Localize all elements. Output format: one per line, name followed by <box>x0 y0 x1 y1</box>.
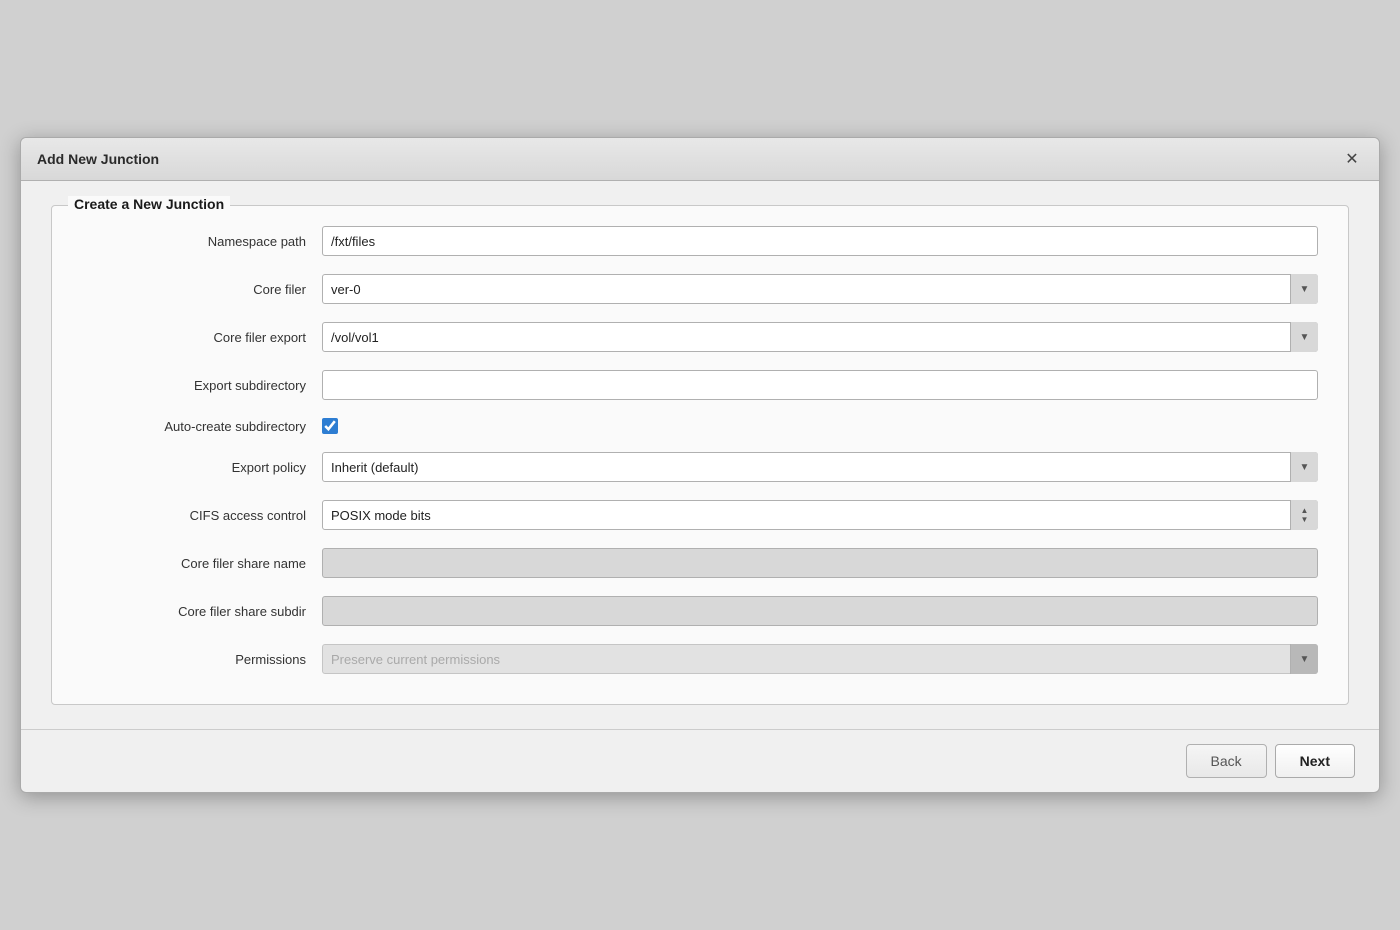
core-filer-share-name-control <box>322 548 1318 578</box>
auto-create-subdirectory-control <box>322 418 1318 434</box>
core-filer-select-wrapper: ver-0 ▼ <box>322 274 1318 304</box>
core-filer-select[interactable]: ver-0 <box>322 274 1318 304</box>
next-button[interactable]: Next <box>1275 744 1355 778</box>
core-filer-share-name-row: Core filer share name <box>82 548 1318 578</box>
export-policy-label: Export policy <box>82 460 322 475</box>
export-policy-row: Export policy Inherit (default) ▼ <box>82 452 1318 482</box>
auto-create-subdirectory-row: Auto-create subdirectory <box>82 418 1318 434</box>
core-filer-share-subdir-control <box>322 596 1318 626</box>
permissions-select[interactable]: Preserve current permissions <box>322 644 1318 674</box>
dialog-footer: Back Next <box>21 729 1379 792</box>
core-filer-export-label: Core filer export <box>82 330 322 345</box>
export-subdirectory-control <box>322 370 1318 400</box>
export-subdirectory-row: Export subdirectory <box>82 370 1318 400</box>
namespace-path-label: Namespace path <box>82 234 322 249</box>
export-subdirectory-input[interactable] <box>322 370 1318 400</box>
export-subdirectory-label: Export subdirectory <box>82 378 322 393</box>
namespace-path-row: Namespace path <box>82 226 1318 256</box>
dialog-title: Add New Junction <box>37 151 159 167</box>
core-filer-share-subdir-input[interactable] <box>322 596 1318 626</box>
cifs-access-control-select[interactable]: POSIX mode bits <box>322 500 1318 530</box>
permissions-label: Permissions <box>82 652 322 667</box>
cifs-access-control-row: CIFS access control POSIX mode bits ▲ ▼ <box>82 500 1318 530</box>
core-filer-export-control: /vol/vol1 ▼ <box>322 322 1318 352</box>
core-filer-share-subdir-label: Core filer share subdir <box>82 604 322 619</box>
core-filer-export-select-wrapper: /vol/vol1 ▼ <box>322 322 1318 352</box>
export-policy-select-wrapper: Inherit (default) ▼ <box>322 452 1318 482</box>
section-box: Create a New Junction Namespace path Cor… <box>51 205 1349 705</box>
permissions-control: Preserve current permissions ▼ <box>322 644 1318 674</box>
cifs-access-control-select-wrapper: POSIX mode bits ▲ ▼ <box>322 500 1318 530</box>
core-filer-row: Core filer ver-0 ▼ <box>82 274 1318 304</box>
core-filer-export-row: Core filer export /vol/vol1 ▼ <box>82 322 1318 352</box>
core-filer-share-name-input[interactable] <box>322 548 1318 578</box>
dialog-body: Create a New Junction Namespace path Cor… <box>21 181 1379 729</box>
close-button[interactable]: ✕ <box>1341 148 1363 170</box>
namespace-path-input[interactable] <box>322 226 1318 256</box>
auto-create-subdirectory-label: Auto-create subdirectory <box>82 419 322 434</box>
cifs-access-control-control: POSIX mode bits ▲ ▼ <box>322 500 1318 530</box>
back-button[interactable]: Back <box>1186 744 1267 778</box>
permissions-row: Permissions Preserve current permissions… <box>82 644 1318 674</box>
cifs-access-control-label: CIFS access control <box>82 508 322 523</box>
add-new-junction-dialog: Add New Junction ✕ Create a New Junction… <box>20 137 1380 793</box>
core-filer-label: Core filer <box>82 282 322 297</box>
core-filer-share-name-label: Core filer share name <box>82 556 322 571</box>
namespace-path-control <box>322 226 1318 256</box>
export-policy-control: Inherit (default) ▼ <box>322 452 1318 482</box>
core-filer-share-subdir-row: Core filer share subdir <box>82 596 1318 626</box>
core-filer-export-select[interactable]: /vol/vol1 <box>322 322 1318 352</box>
permissions-select-wrapper: Preserve current permissions ▼ <box>322 644 1318 674</box>
core-filer-control: ver-0 ▼ <box>322 274 1318 304</box>
section-title: Create a New Junction <box>68 196 230 212</box>
dialog-titlebar: Add New Junction ✕ <box>21 138 1379 181</box>
export-policy-select[interactable]: Inherit (default) <box>322 452 1318 482</box>
auto-create-subdirectory-checkbox[interactable] <box>322 418 338 434</box>
